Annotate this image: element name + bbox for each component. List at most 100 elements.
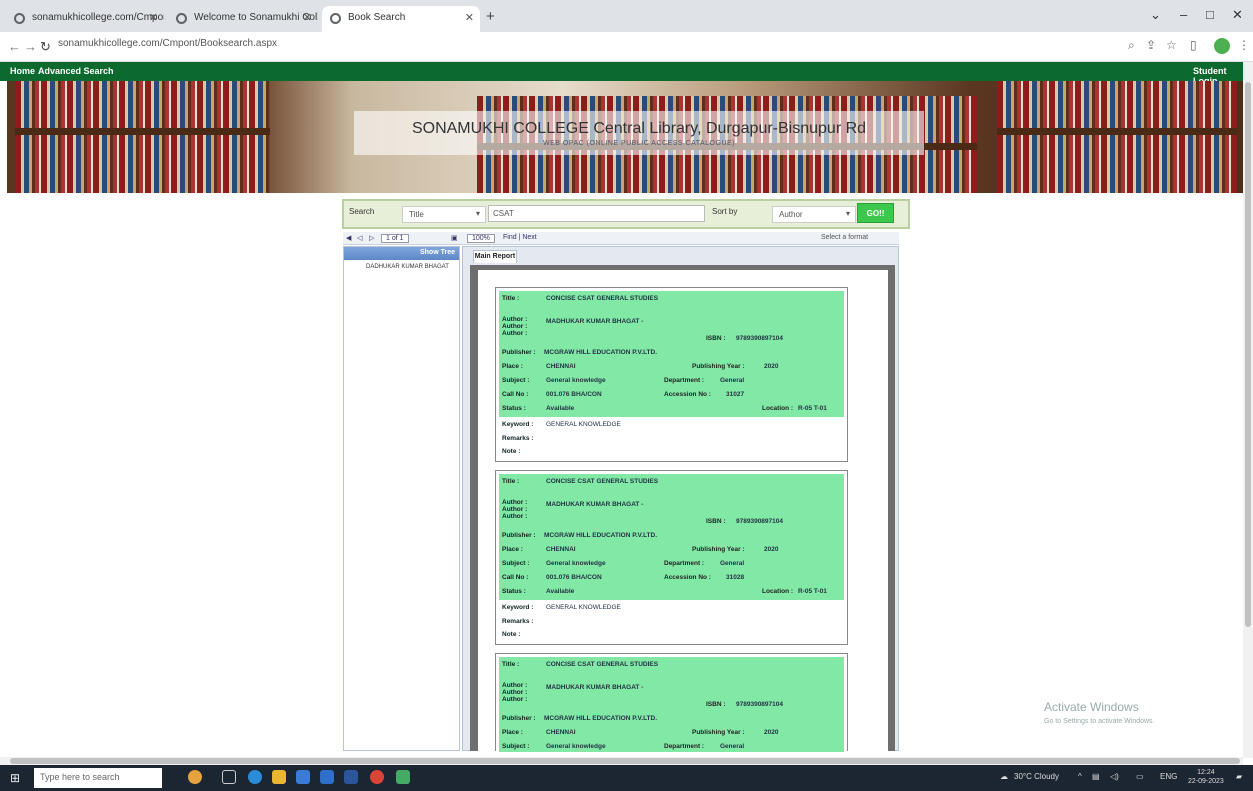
chevron-down-icon: ▾ bbox=[475, 209, 480, 218]
horizontal-scrollbar[interactable] bbox=[0, 757, 1243, 765]
store-icon[interactable] bbox=[296, 770, 310, 784]
share-icon[interactable]: ⇪ bbox=[1146, 38, 1156, 52]
url-field[interactable]: sonamukhicollege.com/Cmpont/Booksearch.a… bbox=[58, 38, 277, 49]
label-publisher: Publisher : bbox=[502, 715, 536, 722]
back-icon[interactable]: ← bbox=[8, 39, 21, 54]
record-call-no: 001.076 BHA/CON bbox=[546, 574, 602, 581]
scrollbar-thumb[interactable] bbox=[10, 758, 1240, 764]
nav-home-link[interactable]: Home bbox=[10, 66, 35, 76]
sidepanel-icon[interactable]: ▯ bbox=[1190, 38, 1197, 52]
label-isbn: ISBN : bbox=[706, 335, 726, 342]
record-publisher: MCGRAW HILL EDUCATION P.V.LTD. bbox=[544, 715, 658, 722]
tree-node[interactable]: DADHUKAR KUMAR BHAGAT bbox=[366, 264, 449, 270]
tray-chevron-icon[interactable]: ^ bbox=[1078, 772, 1082, 781]
record-department: General bbox=[720, 743, 745, 750]
nav-advanced-search-link[interactable]: Advanced Search bbox=[38, 66, 114, 76]
browser-tab-3-active[interactable]: Book Search ✕ bbox=[322, 6, 480, 32]
profile-avatar-icon[interactable] bbox=[1214, 38, 1230, 54]
record-status: Available bbox=[546, 588, 575, 595]
go-button[interactable]: GO!! bbox=[857, 203, 894, 223]
report-toolbar: ◀ ◁ ▷ 1 of 1 ▣ 100% Find | Next Select a… bbox=[343, 232, 899, 245]
print-icon[interactable]: ▣ bbox=[451, 234, 458, 242]
maximize-icon[interactable]: □ bbox=[1206, 7, 1214, 22]
record-author: MADHUKAR KUMAR BHAGAT - bbox=[546, 318, 644, 325]
next-page-icon[interactable]: ▷ bbox=[369, 234, 374, 242]
taskbar-clock[interactable]: 12:24 22-09-2023 bbox=[1188, 768, 1224, 786]
chrome-icon[interactable] bbox=[370, 770, 384, 784]
word-icon[interactable] bbox=[344, 770, 358, 784]
close-tab-icon[interactable]: ✕ bbox=[465, 11, 474, 24]
new-tab-icon[interactable]: + bbox=[486, 8, 495, 25]
label-year: Publishing Year : bbox=[692, 546, 745, 553]
book-record: Title : CONCISE CSAT GENERAL STUDIES Aut… bbox=[495, 470, 848, 645]
tab-title: Book Search bbox=[348, 12, 406, 23]
reload-icon[interactable]: ↻ bbox=[40, 39, 51, 55]
app-icon[interactable] bbox=[396, 770, 410, 784]
watermark-line1: Activate Windows bbox=[1044, 700, 1139, 714]
tab-search-icon[interactable]: ⌄ bbox=[1150, 7, 1161, 23]
edge-icon[interactable] bbox=[248, 770, 262, 784]
taskbar-search-input[interactable]: Type here to search bbox=[34, 768, 162, 788]
watermark-line2: Go to Settings to activate Windows. bbox=[1044, 718, 1155, 725]
close-tab-icon[interactable]: ✕ bbox=[149, 11, 158, 24]
notification-icon[interactable]: ▰ bbox=[1236, 772, 1242, 781]
network-icon[interactable]: ▤ bbox=[1092, 772, 1100, 781]
browser-tab-1[interactable]: sonamukhicollege.com/Cmpont/ ✕ bbox=[6, 6, 164, 32]
mail-icon[interactable] bbox=[320, 770, 334, 784]
battery-icon[interactable]: ▭ bbox=[1136, 772, 1144, 781]
college-logo-icon[interactable] bbox=[188, 770, 202, 784]
search-field-select[interactable]: Title ▾ bbox=[402, 206, 486, 223]
label-author: Author : bbox=[502, 506, 528, 513]
windows-start-icon[interactable]: ⊞ bbox=[10, 771, 20, 785]
sort-select[interactable]: Author ▾ bbox=[772, 206, 856, 223]
record-subject: General knowledge bbox=[546, 743, 606, 750]
label-place: Place : bbox=[502, 546, 523, 553]
browser-tab-2[interactable]: Welcome to Sonamukhi College ✕ bbox=[168, 6, 318, 32]
export-format-select[interactable]: Select a format bbox=[821, 234, 868, 241]
record-accession: 31027 bbox=[726, 391, 745, 398]
speaker-icon[interactable]: ◁) bbox=[1110, 772, 1119, 781]
bookmark-star-icon[interactable]: ☆ bbox=[1166, 38, 1177, 52]
site-nav-bar: Home Advanced Search Student Login bbox=[0, 62, 1243, 86]
close-window-icon[interactable]: ✕ bbox=[1232, 7, 1243, 23]
find-links[interactable]: Find | Next bbox=[503, 234, 537, 241]
weather-text[interactable]: 30°C Cloudy bbox=[1014, 772, 1059, 781]
chevron-down-icon: ▾ bbox=[845, 209, 850, 218]
menu-kebab-icon[interactable]: ⋮ bbox=[1238, 38, 1250, 52]
banner-title-box: SONAMUKHI COLLEGE Central Library, Durga… bbox=[354, 111, 924, 155]
globe-icon bbox=[330, 13, 341, 24]
vertical-scrollbar[interactable] bbox=[1243, 62, 1253, 758]
record-isbn: 9789390897104 bbox=[736, 518, 783, 525]
label-subject: Subject : bbox=[502, 560, 530, 567]
zoom-select[interactable]: 100% bbox=[467, 234, 495, 243]
record-subject: General knowledge bbox=[546, 377, 606, 384]
file-explorer-icon[interactable] bbox=[272, 770, 286, 784]
record-department: General bbox=[720, 377, 745, 384]
task-view-icon[interactable] bbox=[222, 770, 236, 784]
language-indicator[interactable]: ENG bbox=[1160, 772, 1177, 781]
record-highlight bbox=[499, 657, 844, 752]
first-page-icon[interactable]: ◀ bbox=[346, 234, 351, 242]
forward-icon[interactable]: → bbox=[24, 39, 37, 54]
record-year: 2020 bbox=[764, 546, 779, 553]
label-status: Status : bbox=[502, 588, 526, 595]
address-bar: ← → ↻ sonamukhicollege.com/Cmpont/Bookse… bbox=[0, 32, 1253, 62]
label-place: Place : bbox=[502, 729, 523, 736]
prev-page-icon[interactable]: ◁ bbox=[357, 234, 362, 242]
globe-icon bbox=[176, 13, 187, 24]
record-call-no: 001.076 BHA/CON bbox=[546, 391, 602, 398]
show-tree-header[interactable]: Show Tree bbox=[344, 247, 459, 260]
label-department: Department : bbox=[664, 560, 705, 567]
page-number-field[interactable]: 1 of 1 bbox=[381, 234, 409, 243]
main-report-tab[interactable]: Main Report bbox=[473, 250, 517, 263]
zoom-icon[interactable]: ⌕ bbox=[1128, 38, 1135, 53]
search-input[interactable]: CSAT bbox=[488, 205, 705, 222]
minimize-icon[interactable]: – bbox=[1180, 7, 1187, 22]
globe-icon bbox=[14, 13, 25, 24]
record-department: General bbox=[720, 560, 745, 567]
bookshelf-image bbox=[997, 81, 1237, 193]
clock-date: 22-09-2023 bbox=[1188, 778, 1224, 785]
scrollbar-thumb[interactable] bbox=[1245, 82, 1251, 627]
close-tab-icon[interactable]: ✕ bbox=[303, 11, 312, 24]
weather-icon[interactable]: ☁ bbox=[1000, 772, 1008, 781]
